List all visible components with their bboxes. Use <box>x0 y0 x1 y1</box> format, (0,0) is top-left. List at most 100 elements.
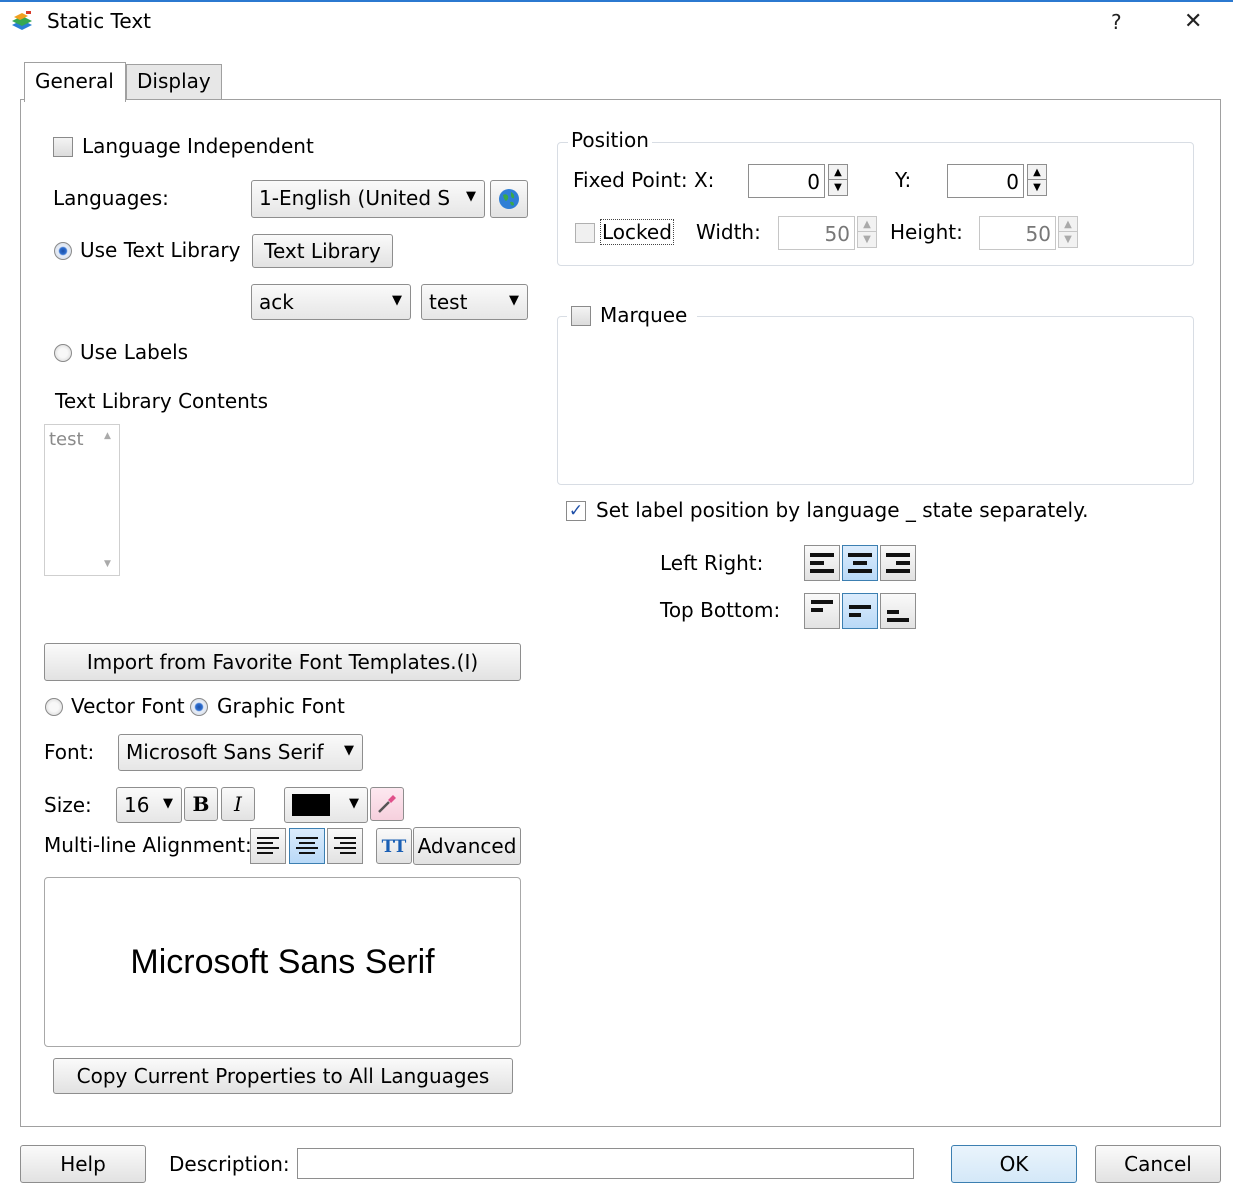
language-independent-label: Language Independent <box>82 134 314 158</box>
height-spinner[interactable]: ▲ ▼ <box>1058 216 1078 248</box>
font-label: Font: <box>44 740 95 764</box>
x-input[interactable]: 0 <box>748 164 825 198</box>
text-value: test <box>429 290 468 314</box>
font-preview-text: Microsoft Sans Serif <box>130 943 435 981</box>
align-right-button[interactable] <box>327 828 363 864</box>
y-spinner[interactable]: ▲ ▼ <box>1027 164 1047 196</box>
label-left-button[interactable] <box>804 545 840 581</box>
label-right-button[interactable] <box>880 545 916 581</box>
label-middle-button[interactable] <box>842 593 878 629</box>
align-left-button[interactable] <box>250 828 286 864</box>
import-font-templates-button[interactable]: Import from Favorite Font Templates.(I) <box>44 643 521 681</box>
tab-display-label: Display <box>137 69 211 93</box>
text-library-contents-label: Text Library Contents <box>55 389 269 413</box>
spin-down-icon[interactable]: ▼ <box>829 180 847 195</box>
language-independent-checkbox[interactable] <box>53 137 73 157</box>
help-button[interactable]: Help <box>20 1145 146 1183</box>
align-center-icon <box>296 837 318 857</box>
scrollbar[interactable]: ▲ ▼ <box>99 425 119 575</box>
graphic-font-radio[interactable] <box>190 698 208 716</box>
font-value: Microsoft Sans Serif <box>126 740 324 764</box>
languages-label: Languages: <box>53 186 169 210</box>
spin-up-icon[interactable]: ▲ <box>829 165 847 180</box>
chevron-down-icon: ▼ <box>163 796 173 811</box>
x-spinner[interactable]: ▲ ▼ <box>828 164 848 196</box>
text-effects-button[interactable]: TT <box>376 828 412 864</box>
label-bottom-button[interactable] <box>880 593 916 629</box>
vector-font-label: Vector Font <box>71 694 185 718</box>
scroll-down-icon[interactable]: ▼ <box>104 559 111 569</box>
align-right-icon <box>334 837 356 857</box>
chevron-down-icon: ▼ <box>344 743 354 758</box>
font-select[interactable]: Microsoft Sans Serif ▼ <box>118 734 363 771</box>
position-group-title: Position <box>568 128 652 152</box>
list-item[interactable]: test <box>49 429 84 450</box>
y-input[interactable]: 0 <box>947 164 1024 198</box>
description-input[interactable] <box>297 1148 914 1179</box>
use-labels-label: Use Labels <box>80 340 189 364</box>
description-label: Description: <box>169 1152 290 1176</box>
marquee-label: Marquee <box>600 303 688 327</box>
use-text-library-radio[interactable] <box>54 242 72 260</box>
scroll-up-icon[interactable]: ▲ <box>104 431 111 441</box>
chevron-down-icon: ▼ <box>509 293 519 308</box>
spin-down-icon[interactable]: ▼ <box>858 232 876 247</box>
text-library-contents-list[interactable]: test ▲ ▼ <box>44 424 120 576</box>
label-center-button[interactable] <box>842 545 878 581</box>
y-label: Y: <box>895 168 912 192</box>
height-input[interactable]: 50 <box>979 216 1056 250</box>
text-effects-icon: TT <box>381 837 407 857</box>
text-color-select[interactable]: ▼ <box>284 787 368 823</box>
tab-general[interactable]: General <box>24 62 126 102</box>
size-select[interactable]: 16 ▼ <box>116 787 182 823</box>
italic-button[interactable]: I <box>221 787 255 821</box>
ok-button[interactable]: OK <box>951 1145 1077 1183</box>
label-position-checkbox[interactable] <box>566 501 586 521</box>
vector-font-radio[interactable] <box>45 698 63 716</box>
locked-checkbox[interactable] <box>575 223 595 243</box>
app-icon <box>10 11 34 33</box>
window-top-border <box>0 0 1233 2</box>
spin-down-icon[interactable]: ▼ <box>1059 232 1077 247</box>
text-library-button[interactable]: Text Library <box>252 234 393 268</box>
chevron-down-icon: ▼ <box>466 189 476 204</box>
top-bottom-label: Top Bottom: <box>660 598 781 622</box>
color-swatch <box>292 794 330 816</box>
advanced-button[interactable]: Advanced <box>413 827 521 865</box>
bold-button[interactable]: B <box>184 787 218 821</box>
cancel-button[interactable]: Cancel <box>1095 1145 1221 1183</box>
width-input[interactable]: 50 <box>778 216 855 250</box>
size-value: 16 <box>124 793 150 817</box>
close-icon[interactable]: ✕ <box>1184 9 1202 34</box>
label-position-label: Set label position by language _ state s… <box>596 498 1089 522</box>
width-label: Width: <box>696 220 761 244</box>
globe-icon <box>499 189 519 209</box>
tab-display[interactable]: Display <box>126 64 222 100</box>
graphic-font-label: Graphic Font <box>217 694 345 718</box>
globe-button[interactable] <box>490 180 528 218</box>
marquee-checkbox[interactable] <box>571 306 591 326</box>
spin-up-icon[interactable]: ▲ <box>858 217 876 232</box>
spin-up-icon[interactable]: ▲ <box>1028 165 1046 180</box>
help-icon[interactable]: ? <box>1111 10 1122 34</box>
use-labels-radio[interactable] <box>54 344 72 362</box>
library-value: ack <box>259 290 294 314</box>
align-bottom-icon <box>887 610 909 626</box>
fixed-point-x-label: Fixed Point: X: <box>573 168 715 192</box>
label-top-button[interactable] <box>804 593 840 629</box>
spin-down-icon[interactable]: ▼ <box>1028 180 1046 195</box>
spin-up-icon[interactable]: ▲ <box>1059 217 1077 232</box>
height-label: Height: <box>890 220 963 244</box>
eyedropper-icon <box>378 795 396 813</box>
width-spinner[interactable]: ▲ ▼ <box>857 216 877 248</box>
align-middle-icon <box>849 605 871 621</box>
languages-select[interactable]: 1-English (United S ▼ <box>251 180 485 218</box>
align-center-icon <box>848 553 872 577</box>
align-center-button[interactable] <box>289 828 325 864</box>
copy-to-all-languages-button[interactable]: Copy Current Properties to All Languages <box>53 1058 513 1094</box>
text-select[interactable]: test ▼ <box>421 284 528 320</box>
chevron-down-icon: ▼ <box>392 293 402 308</box>
library-select[interactable]: ack ▼ <box>251 284 411 320</box>
window-title: Static Text <box>47 9 151 33</box>
eyedropper-button[interactable] <box>370 787 404 821</box>
